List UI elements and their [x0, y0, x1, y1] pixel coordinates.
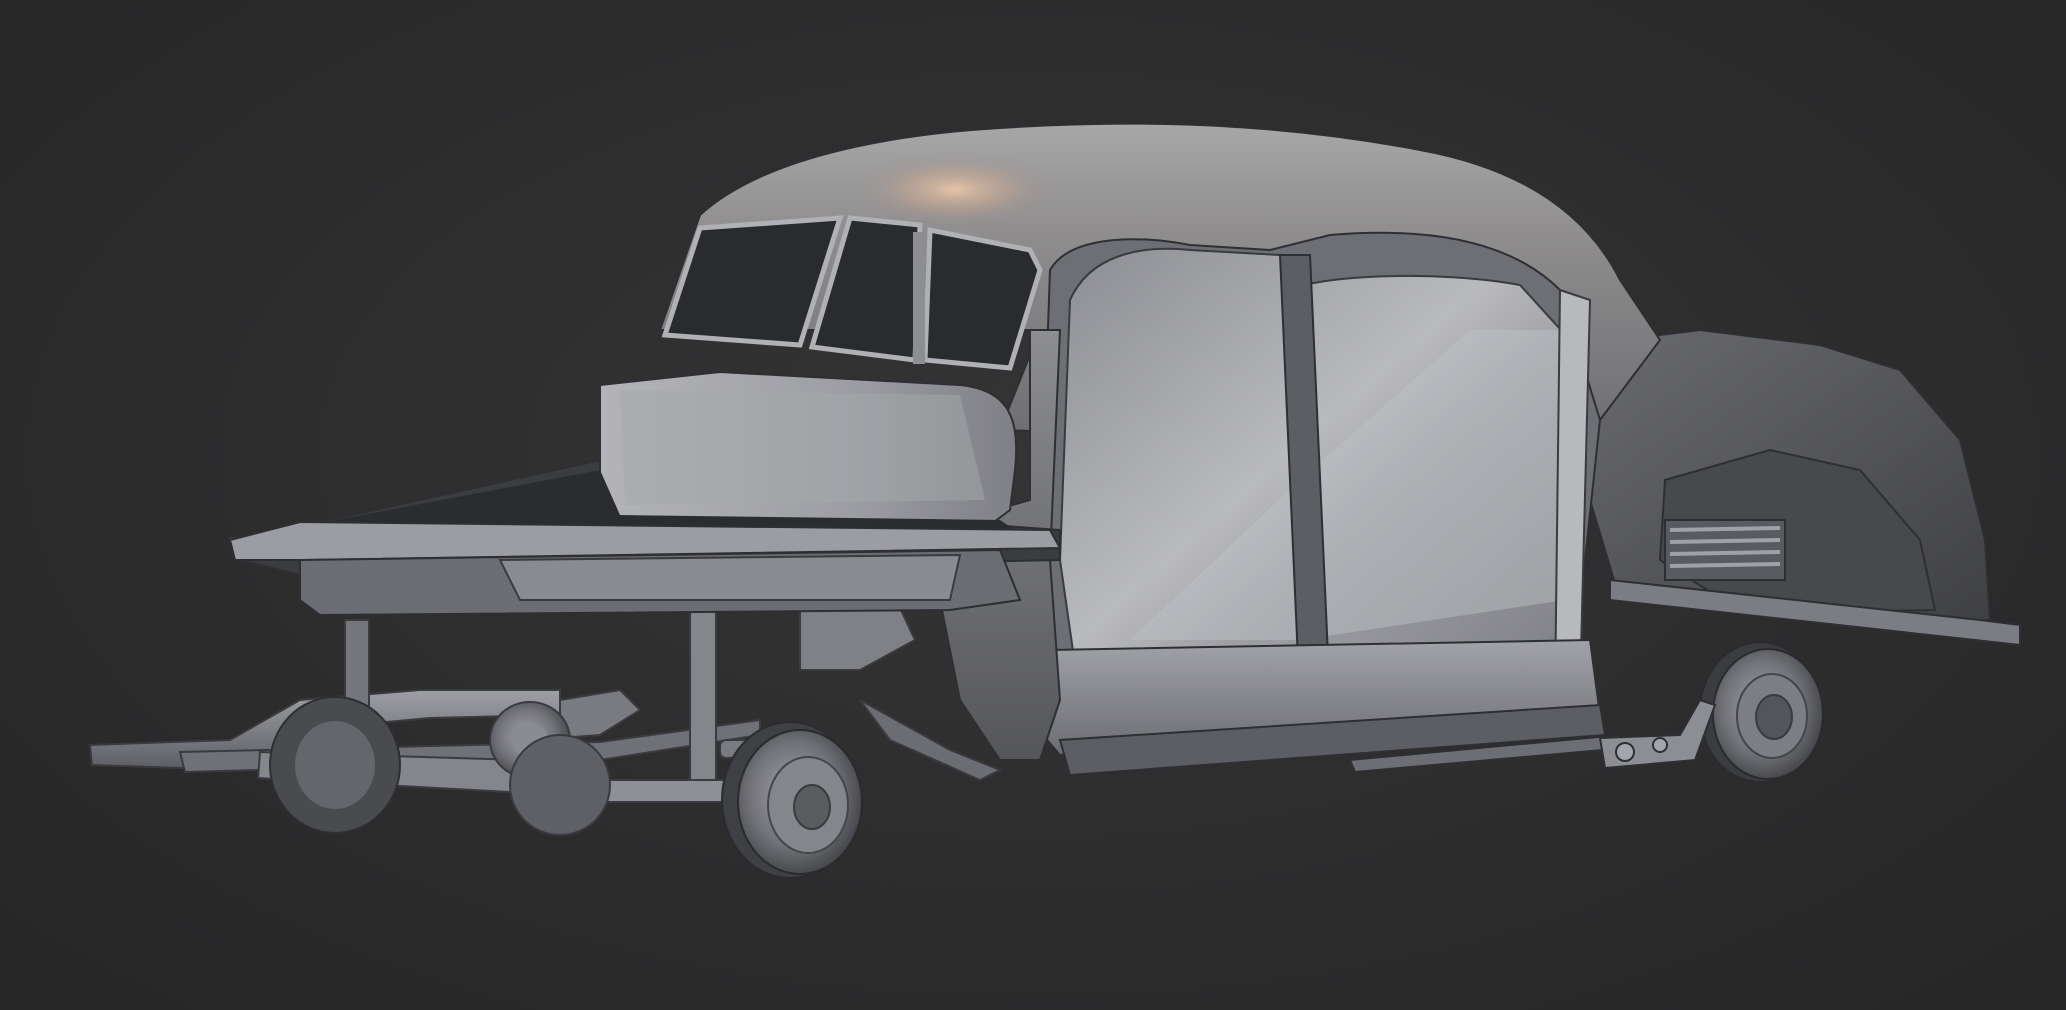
car-model-render: [88, 122, 2021, 879]
front-left-wheel: [269, 696, 401, 834]
front-right-wheel: [721, 721, 863, 879]
rear-wheel: [1699, 641, 1824, 783]
3d-viewport[interactable]: [0, 0, 2066, 1010]
side-windows: [661, 215, 1043, 371]
